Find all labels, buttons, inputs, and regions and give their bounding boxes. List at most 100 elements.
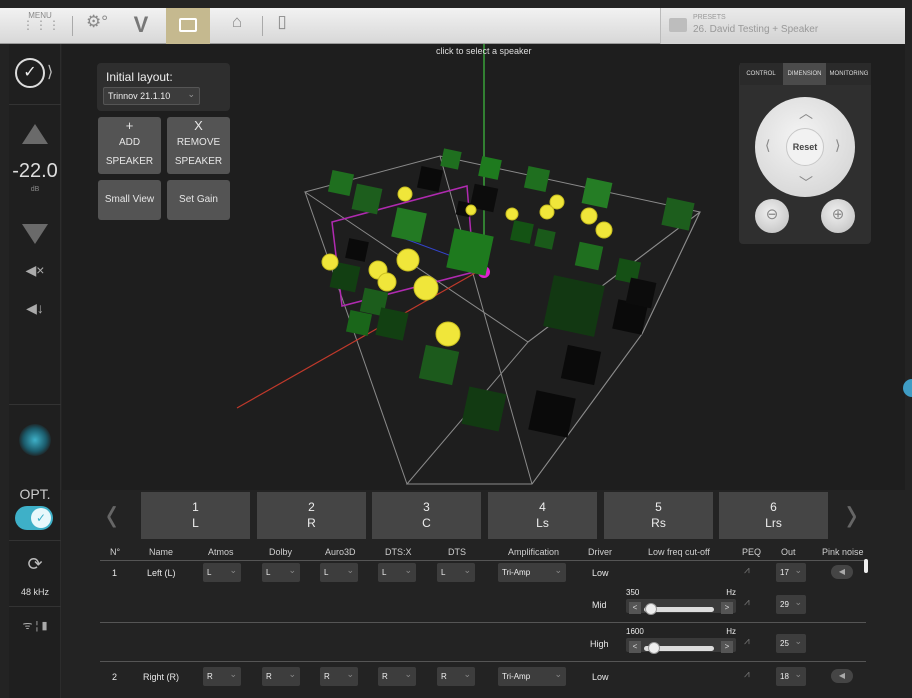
microphone-icon[interactable]: ▯ xyxy=(272,12,292,40)
presets-selector[interactable]: PRESETS 26. David Testing + Speaker xyxy=(660,8,905,44)
atmos-select[interactable]: L xyxy=(203,563,241,582)
speaker-tab-ls[interactable]: 4 Ls xyxy=(488,492,597,539)
speaker-sphere[interactable] xyxy=(549,194,565,210)
rotate-up-icon[interactable]: ︿ xyxy=(799,103,813,123)
amplification-select[interactable]: Tri-Amp xyxy=(498,563,566,582)
settings-gear-icon[interactable]: ⚙° xyxy=(84,12,110,40)
increase-icon[interactable]: > xyxy=(721,641,733,653)
cutoff-slider[interactable]: 1600 Hz < > xyxy=(626,627,736,663)
speaker-sphere[interactable] xyxy=(321,253,339,271)
dolby-select[interactable]: R xyxy=(262,667,300,686)
zoom-in-icon[interactable]: ⊕ xyxy=(821,199,855,233)
out-select[interactable]: 18 xyxy=(776,667,806,686)
auro3d-select[interactable]: R xyxy=(320,667,358,686)
speaker-cube[interactable] xyxy=(391,207,427,243)
speaker-sphere[interactable] xyxy=(505,207,519,221)
speaker-cube[interactable] xyxy=(375,307,409,341)
remove-speaker-button[interactable]: X REMOVE SPEAKER xyxy=(167,117,230,174)
out-select[interactable]: 29 xyxy=(776,595,806,614)
source-input-icon[interactable] xyxy=(9,424,61,456)
peq-waveform-icon[interactable]: ⩘ xyxy=(744,669,750,680)
slider-thumb[interactable] xyxy=(645,603,657,615)
add-speaker-button[interactable]: + ADD SPEAKER xyxy=(98,117,161,174)
decrease-icon[interactable]: < xyxy=(629,602,641,614)
rotation-joystick[interactable]: ︿ ﹀ ⟨ ⟩ Reset xyxy=(755,97,855,197)
dtsx-select[interactable]: R xyxy=(378,667,416,686)
speaker-cube[interactable] xyxy=(327,169,355,197)
volume-up-icon[interactable] xyxy=(22,124,48,144)
zoom-out-icon[interactable]: ⊖ xyxy=(755,199,789,233)
speaker-cube[interactable] xyxy=(625,277,657,309)
speaker-tab-lrs[interactable]: 6 Lrs xyxy=(719,492,828,539)
table-scrollbar[interactable] xyxy=(864,559,868,573)
speaker-cube[interactable] xyxy=(446,228,494,276)
atmos-select[interactable]: R xyxy=(203,667,241,686)
peq-waveform-icon[interactable]: ⩘ xyxy=(744,565,750,576)
trinnov-logo-icon[interactable]: ✓ xyxy=(15,58,45,88)
cutoff-slider[interactable]: 350 Hz < > xyxy=(626,588,736,624)
speaker-cube[interactable] xyxy=(528,390,576,438)
slider-thumb[interactable] xyxy=(648,642,660,654)
speaker-sphere[interactable] xyxy=(435,321,461,347)
speaker-sphere[interactable] xyxy=(413,275,439,301)
speaker-cube[interactable] xyxy=(560,344,602,386)
speaker-cube[interactable] xyxy=(461,386,507,432)
menu-button[interactable]: MENU ⋮⋮⋮ xyxy=(22,11,60,41)
dts-select[interactable]: L xyxy=(437,563,475,582)
pink-noise-speaker-icon[interactable]: ◀ xyxy=(831,565,853,579)
speaker-cube[interactable] xyxy=(440,148,462,170)
speaker-cube[interactable] xyxy=(661,197,695,231)
peq-waveform-icon[interactable]: ⩘ xyxy=(744,597,750,608)
rotate-left-icon[interactable]: ⟨ xyxy=(765,137,770,154)
speaker-sphere[interactable] xyxy=(580,207,598,225)
decrease-icon[interactable]: < xyxy=(629,641,641,653)
auro3d-select[interactable]: L xyxy=(320,563,358,582)
volume-down-icon[interactable] xyxy=(22,224,48,244)
tab-monitoring[interactable]: MONITORING xyxy=(827,63,871,85)
amplification-select[interactable]: Tri-Amp xyxy=(498,667,566,686)
speaker-layout-tab[interactable] xyxy=(166,8,210,51)
rotate-down-icon[interactable]: ﹀ xyxy=(799,173,813,193)
dts-select[interactable]: R xyxy=(437,667,475,686)
rotate-right-icon[interactable]: ⟩ xyxy=(835,137,840,154)
dim-icon[interactable]: ◀↓ xyxy=(9,300,61,317)
speaker-cube[interactable] xyxy=(345,238,369,262)
speaker-tab-l[interactable]: 1L xyxy=(141,492,250,539)
speaker-sphere[interactable] xyxy=(465,204,477,216)
speaker-cube[interactable] xyxy=(416,165,444,193)
speaker-cube[interactable] xyxy=(543,275,605,337)
set-gain-button[interactable]: Set Gain xyxy=(167,180,230,220)
speaker-cube[interactable] xyxy=(510,220,534,244)
mute-icon[interactable]: ◀× xyxy=(9,262,61,279)
speaker-cube[interactable] xyxy=(534,228,556,250)
tab-control[interactable]: CONTROL xyxy=(740,63,782,85)
speaker-sphere[interactable] xyxy=(377,272,397,292)
speaker-tab-r[interactable]: 2R xyxy=(257,492,366,539)
speaker-sphere[interactable] xyxy=(397,186,413,202)
speaker-cube[interactable] xyxy=(574,241,604,271)
layout-select[interactable]: Trinnov 21.1.10 xyxy=(103,87,200,105)
speaker-tab-c[interactable]: 3C xyxy=(372,492,481,539)
reset-view-button[interactable]: Reset xyxy=(786,128,824,166)
speaker-sphere[interactable] xyxy=(396,248,420,272)
dolby-select[interactable]: L xyxy=(262,563,300,582)
speaker-cube[interactable] xyxy=(581,177,613,209)
speaker-sphere[interactable] xyxy=(595,221,613,239)
speaker-tab-rs[interactable]: 5 Rs xyxy=(604,492,713,539)
increase-icon[interactable]: > xyxy=(721,602,733,614)
out-select[interactable]: 17 xyxy=(776,563,806,582)
speaker-cube[interactable] xyxy=(418,344,460,386)
speaker-cube[interactable] xyxy=(345,309,373,337)
pink-noise-speaker-icon[interactable]: ◀ xyxy=(831,669,853,683)
speaker-cube[interactable] xyxy=(523,165,551,193)
peq-waveform-icon[interactable]: ⩘ xyxy=(744,636,750,647)
small-view-button[interactable]: Small View xyxy=(98,180,161,220)
next-speakers-chevron-icon[interactable]: › xyxy=(846,483,857,545)
speaker-cube[interactable] xyxy=(351,183,383,215)
tab-dimension[interactable]: DIMENSION xyxy=(783,63,826,85)
dtsx-select[interactable]: L xyxy=(378,563,416,582)
frequency-response-icon[interactable]: ⌂ xyxy=(222,12,252,40)
optimization-toggle[interactable]: ✓ xyxy=(15,506,53,530)
optimization-check-icon[interactable]: V xyxy=(126,12,156,40)
previous-speakers-chevron-icon[interactable]: ‹ xyxy=(106,483,117,545)
